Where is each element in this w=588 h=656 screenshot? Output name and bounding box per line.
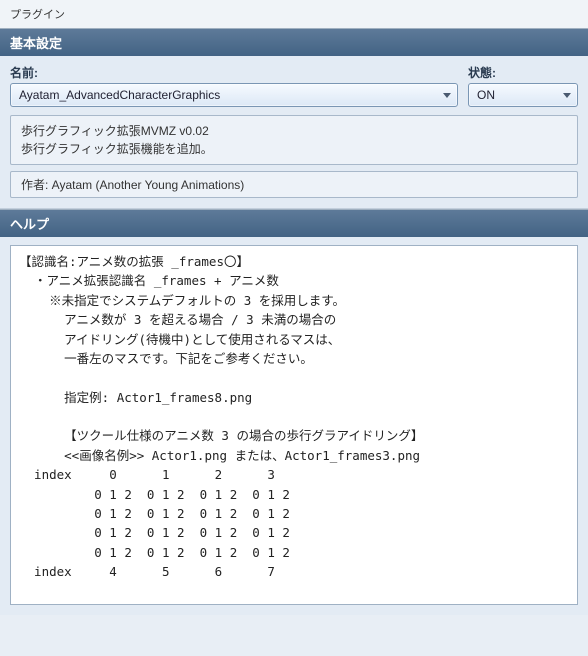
description-line: 歩行グラフィック拡張MVMZ v0.02	[21, 122, 567, 140]
chevron-down-icon	[443, 93, 451, 98]
help-textarea[interactable]: 【認識名:アニメ数の拡張 _frames〇】 ・アニメ拡張認識名 _frames…	[10, 245, 578, 605]
help-panel: 【認識名:アニメ数の拡張 _frames〇】 ・アニメ拡張認識名 _frames…	[0, 237, 588, 615]
basic-settings-panel: 名前: Ayatam_AdvancedCharacterGraphics 状態:…	[0, 56, 588, 209]
name-label: 名前:	[10, 64, 458, 81]
chevron-down-icon	[563, 93, 571, 98]
plugin-author: 作者: Ayatam (Another Young Animations)	[10, 171, 578, 198]
description-line: 歩行グラフィック拡張機能を追加。	[21, 140, 567, 158]
plugin-status-value: ON	[477, 88, 557, 102]
help-header: ヘルプ	[0, 209, 588, 237]
plugin-name-select[interactable]: Ayatam_AdvancedCharacterGraphics	[10, 83, 458, 107]
plugin-description: 歩行グラフィック拡張MVMZ v0.02 歩行グラフィック拡張機能を追加。	[10, 115, 578, 165]
window-title: プラグイン	[0, 0, 588, 28]
plugin-status-select[interactable]: ON	[468, 83, 578, 107]
plugin-name-value: Ayatam_AdvancedCharacterGraphics	[19, 88, 437, 102]
basic-settings-header: 基本設定	[0, 28, 588, 56]
status-label: 状態:	[468, 64, 578, 81]
